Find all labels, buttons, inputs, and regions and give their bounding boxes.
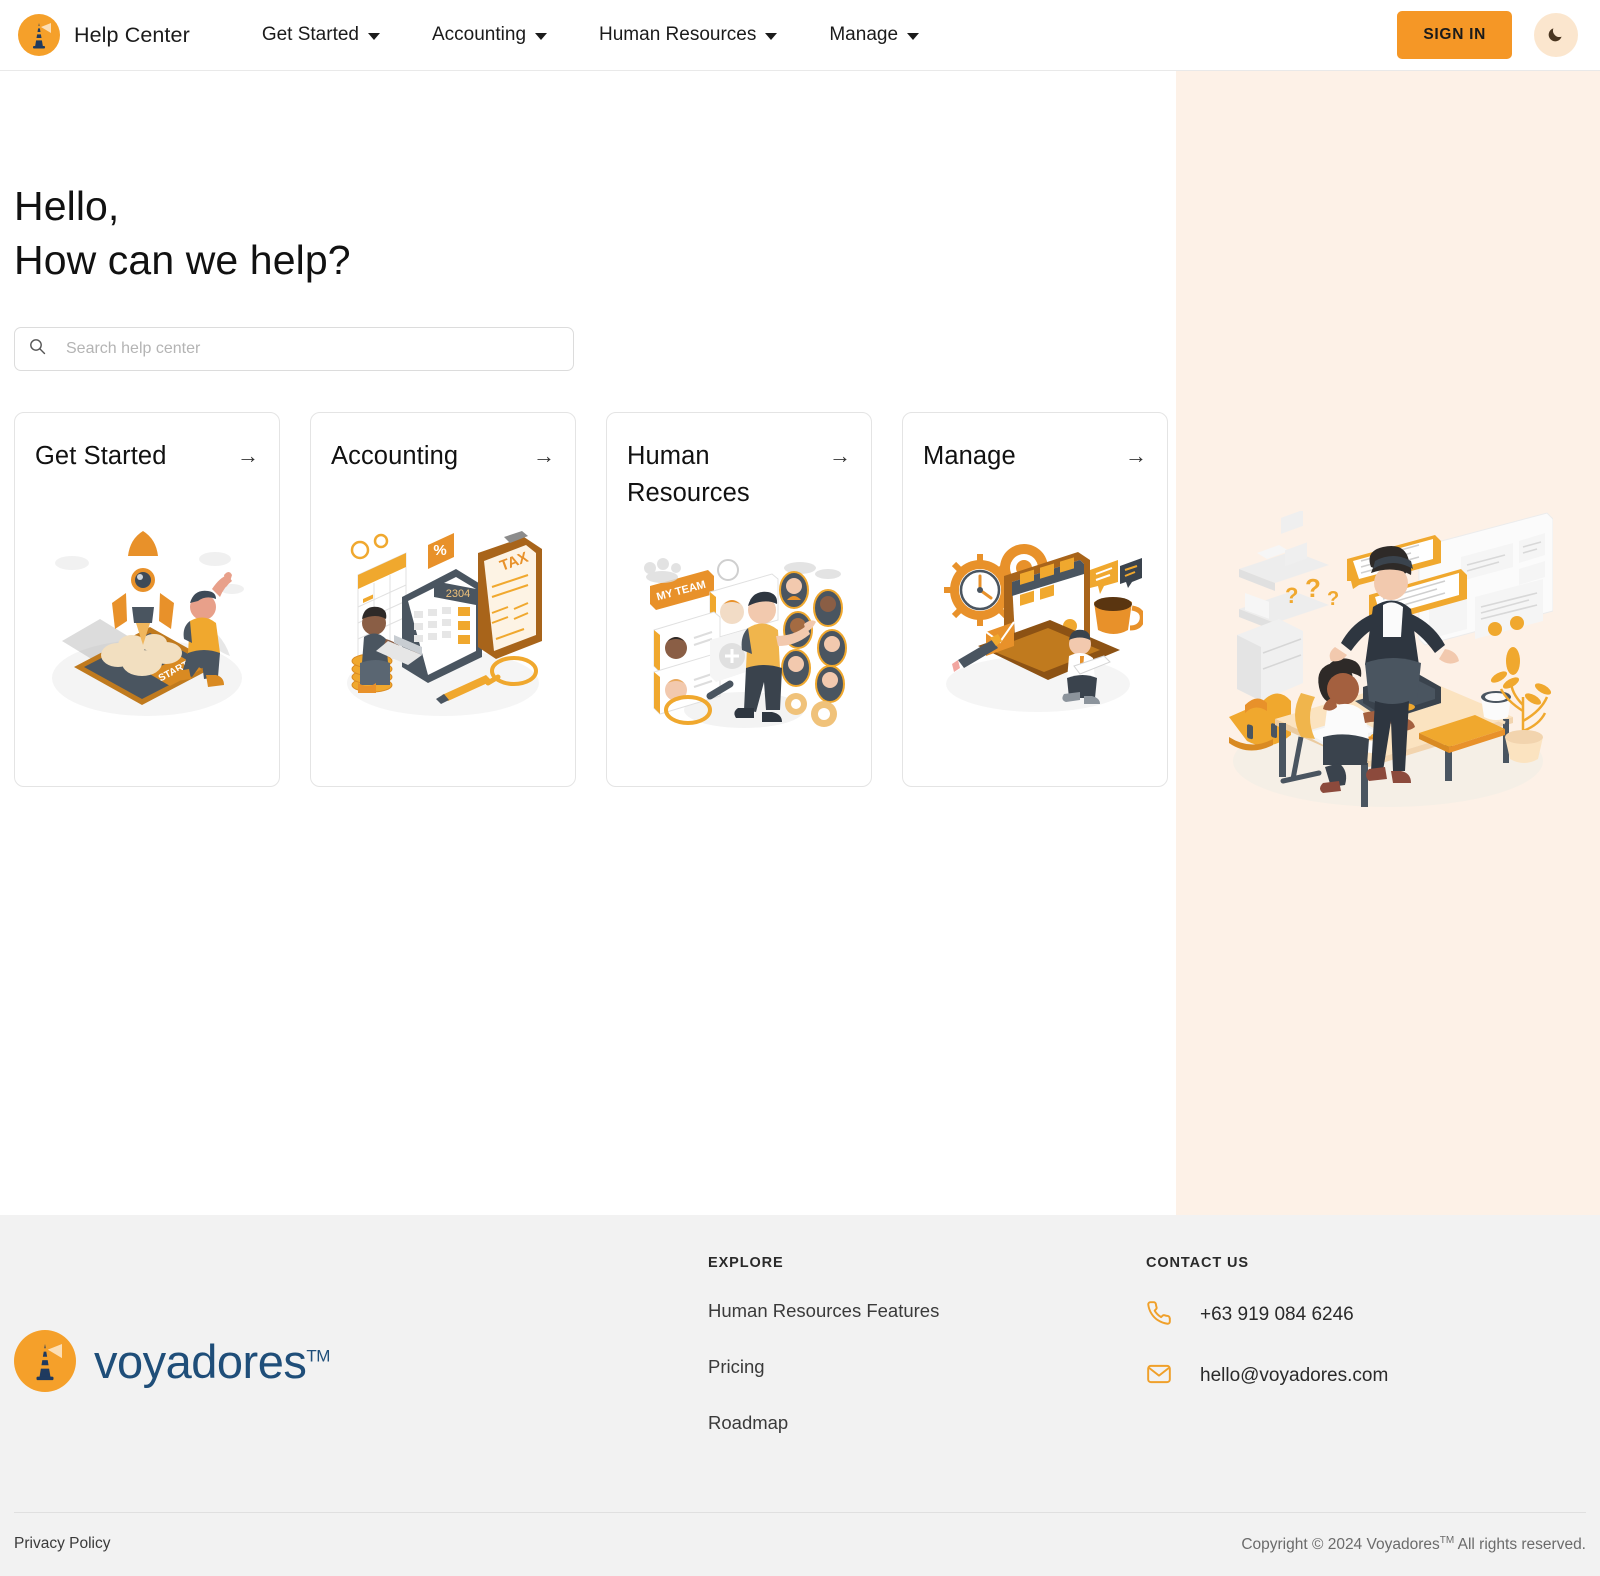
- card-human-resources[interactable]: Human Resources → MY TEAM: [606, 412, 872, 788]
- my-team-illustration: MY TEAM: [627, 512, 851, 786]
- footer-bottom-bar: Privacy Policy Copyright © 2024 Voyadore…: [0, 1513, 1600, 1576]
- footer-explore-column: EXPLORE Human Resources Features Pricing…: [708, 1255, 1146, 1468]
- help-center-page: Help Center Get Started Accounting Human…: [0, 0, 1600, 1576]
- copyright-tm: TM: [1439, 1534, 1455, 1546]
- card-title: Human Resources: [627, 442, 750, 508]
- navbar-actions: SIGN IN: [1397, 11, 1578, 59]
- card-title: Manage: [923, 442, 1016, 471]
- arrow-right-icon: →: [533, 443, 555, 469]
- chevron-down-icon: [765, 33, 778, 40]
- nav-item-label: Accounting: [432, 24, 527, 45]
- chevron-down-icon: [535, 33, 548, 40]
- mail-icon: [1146, 1361, 1172, 1392]
- svg-text:?: ?: [1305, 573, 1321, 603]
- nav-item-human-resources[interactable]: Human Resources: [573, 16, 803, 54]
- search-icon: [29, 338, 46, 360]
- office-help-illustration: ? ? ?: [1223, 509, 1554, 816]
- card-manage[interactable]: Manage →: [902, 412, 1168, 788]
- contact-email-address: hello@voyadores.com: [1200, 1365, 1389, 1387]
- card-header: Accounting →: [331, 438, 555, 475]
- page-footer: voyadoresTM EXPLORE Human Resources Feat…: [0, 1214, 1600, 1576]
- dark-mode-toggle[interactable]: [1534, 13, 1578, 57]
- card-header: Human Resources →: [627, 438, 851, 512]
- lighthouse-icon: [14, 1330, 76, 1393]
- greeting-line: Hello,: [14, 183, 120, 229]
- main-content: Hello, How can we help? Get Started: [0, 71, 1176, 1215]
- footer-contact-column: CONTACT US +63 919 084 6246 hello@voyado…: [1146, 1255, 1586, 1468]
- footer-wordmark-tm: TM: [306, 1346, 330, 1366]
- arrow-right-icon: →: [1125, 443, 1147, 469]
- moon-icon: [1546, 24, 1566, 47]
- page-body: Hello, How can we help? Get Started: [0, 71, 1600, 1215]
- copyright-suffix: All rights reserved.: [1454, 1536, 1586, 1553]
- footer-contact-title: CONTACT US: [1146, 1254, 1249, 1271]
- arrow-right-icon: →: [237, 443, 259, 469]
- hero-illustration-panel: ? ? ?: [1176, 71, 1600, 1215]
- arrow-right-icon: →: [829, 443, 851, 469]
- question-line: How can we help?: [14, 237, 351, 284]
- footer-wordmark-text: voyadores: [94, 1334, 307, 1388]
- footer-link-pricing[interactable]: Pricing: [708, 1356, 1146, 1378]
- search-bar[interactable]: [14, 327, 574, 372]
- card-accounting[interactable]: Accounting → % 2304 TAX: [310, 412, 576, 788]
- privacy-policy-link[interactable]: Privacy Policy: [14, 1535, 110, 1553]
- chevron-down-icon: [907, 33, 920, 40]
- card-header: Manage →: [923, 438, 1147, 475]
- card-title: Get Started: [35, 442, 167, 471]
- card-get-started[interactable]: Get Started → START: [14, 412, 280, 788]
- footer-columns: voyadoresTM EXPLORE Human Resources Feat…: [0, 1255, 1600, 1512]
- tax-calculator-illustration: % 2304 TAX: [331, 475, 555, 786]
- contact-phone-number: +63 919 084 6246: [1200, 1304, 1354, 1326]
- phone-icon: [1146, 1300, 1172, 1331]
- svg-text:?: ?: [1285, 583, 1298, 608]
- top-navbar: Help Center Get Started Accounting Human…: [0, 0, 1600, 71]
- copyright-text: Copyright © 2024 VoyadoresTM All rights …: [1241, 1535, 1586, 1554]
- nav-item-label: Human Resources: [599, 24, 757, 45]
- nav-item-manage[interactable]: Manage: [803, 16, 945, 54]
- copyright-prefix: Copyright © 2024 Voyadores: [1241, 1536, 1440, 1553]
- brand-title: Help Center: [74, 22, 190, 47]
- card-header: Get Started →: [35, 438, 259, 475]
- footer-explore-title: EXPLORE: [708, 1254, 784, 1271]
- page-title: Hello, How can we help?: [14, 179, 1176, 287]
- svg-text:%: %: [433, 542, 446, 559]
- card-title: Accounting: [331, 442, 459, 471]
- footer-wordmark: voyadoresTM: [94, 1334, 330, 1389]
- nav-item-label: Get Started: [261, 24, 359, 45]
- nav-item-label: Manage: [829, 24, 899, 45]
- svg-text:?: ?: [1327, 588, 1339, 610]
- nav-item-get-started[interactable]: Get Started: [236, 16, 406, 54]
- footer-brand[interactable]: voyadoresTM: [14, 1255, 708, 1468]
- lighthouse-icon: [18, 14, 60, 56]
- footer-link-human-resources-features[interactable]: Human Resources Features: [708, 1300, 1146, 1322]
- footer-link-roadmap[interactable]: Roadmap: [708, 1412, 1146, 1434]
- chevron-down-icon: [368, 33, 380, 40]
- nav-links: Get Started Accounting Human Resources M…: [236, 16, 945, 54]
- rocket-launch-illustration: START: [35, 475, 259, 786]
- brand-home-link[interactable]: Help Center: [18, 14, 190, 56]
- sign-in-button[interactable]: SIGN IN: [1397, 11, 1512, 59]
- contact-email-row[interactable]: hello@voyadores.com: [1146, 1361, 1586, 1392]
- category-cards: Get Started → START Accounting → % 2304 …: [14, 412, 1176, 788]
- search-input[interactable]: [66, 340, 559, 359]
- svg-text:2304: 2304: [445, 588, 469, 600]
- nav-item-accounting[interactable]: Accounting: [406, 16, 573, 54]
- dashboard-gears-illustration: [923, 475, 1147, 786]
- contact-phone-row[interactable]: +63 919 084 6246: [1146, 1300, 1586, 1331]
